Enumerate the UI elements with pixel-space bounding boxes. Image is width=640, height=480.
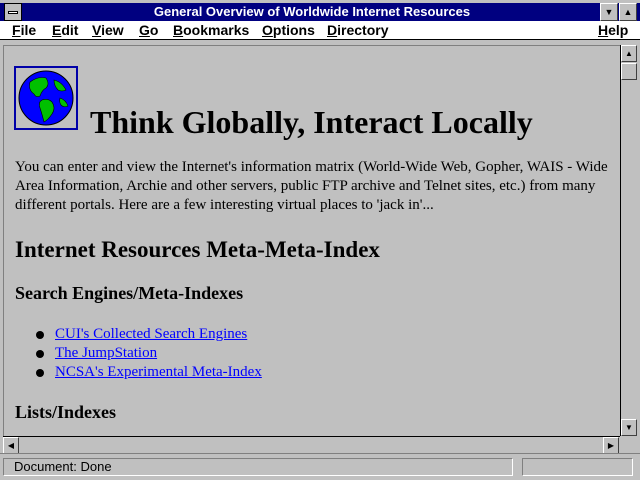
title-bar[interactable]: General Overview of Worldwide Internet R… xyxy=(0,3,640,21)
list-item: The JumpStation xyxy=(34,344,262,363)
bullet-icon xyxy=(36,350,44,358)
menu-edit[interactable]: Edit xyxy=(52,22,78,38)
search-engine-links: CUI's Collected Search Engines The JumpS… xyxy=(34,325,262,382)
list-item: CUI's Collected Search Engines xyxy=(34,325,262,344)
window-title: General Overview of Worldwide Internet R… xyxy=(153,4,471,19)
status-bar: Document: Done xyxy=(0,453,640,480)
list-item: NCSA's Experimental Meta-Index xyxy=(34,363,262,382)
subsection-search-engines: Search Engines/Meta-Indexes xyxy=(15,283,244,303)
intro-paragraph: You can enter and view the Internet's in… xyxy=(15,159,608,213)
menu-options[interactable]: Options xyxy=(262,22,315,38)
link-jumpstation[interactable]: The JumpStation xyxy=(55,345,157,361)
horizontal-scrollbar[interactable]: ◀ ▶ xyxy=(3,436,620,454)
link-ncsa-meta-index[interactable]: NCSA's Experimental Meta-Index xyxy=(55,364,262,380)
bullet-icon xyxy=(36,331,44,339)
scroll-right-icon[interactable]: ▶ xyxy=(603,437,619,454)
vertical-scrollbar[interactable]: ▲ ▼ xyxy=(620,45,637,436)
status-text: Document: Done xyxy=(3,458,513,476)
vertical-scroll-thumb[interactable] xyxy=(621,63,637,80)
minimize-icon[interactable]: ▼ xyxy=(600,3,618,21)
document-content: Think Globally, Interact Locally You can… xyxy=(4,46,621,437)
menu-file[interactable]: File xyxy=(12,22,36,38)
system-menu-icon[interactable] xyxy=(4,3,22,21)
progress-indicator xyxy=(522,458,633,476)
page-heading: Think Globally, Interact Locally xyxy=(90,104,533,140)
link-cui-search-engines[interactable]: CUI's Collected Search Engines xyxy=(55,326,247,342)
scroll-up-icon[interactable]: ▲ xyxy=(621,45,637,62)
menu-bookmarks[interactable]: Bookmarks xyxy=(173,22,249,38)
menu-go[interactable]: Go xyxy=(139,22,158,38)
menu-view[interactable]: View xyxy=(92,22,124,38)
scrollbar-corner xyxy=(620,436,637,453)
section-title: Internet Resources Meta-Meta-Index xyxy=(15,237,380,262)
scroll-left-icon[interactable]: ◀ xyxy=(3,437,19,454)
document-view[interactable]: Think Globally, Interact Locally You can… xyxy=(3,45,621,437)
maximize-icon[interactable]: ▲ xyxy=(619,3,637,21)
menu-bar: File Edit View Go Bookmarks Options Dire… xyxy=(0,21,640,40)
menu-help[interactable]: Help xyxy=(598,22,628,38)
globe-icon xyxy=(14,66,78,130)
scroll-down-icon[interactable]: ▼ xyxy=(621,419,637,436)
bullet-icon xyxy=(36,369,44,377)
browser-window: General Overview of Worldwide Internet R… xyxy=(0,0,640,480)
menu-directory[interactable]: Directory xyxy=(327,22,388,38)
subsection-lists-indexes: Lists/Indexes xyxy=(15,402,117,422)
